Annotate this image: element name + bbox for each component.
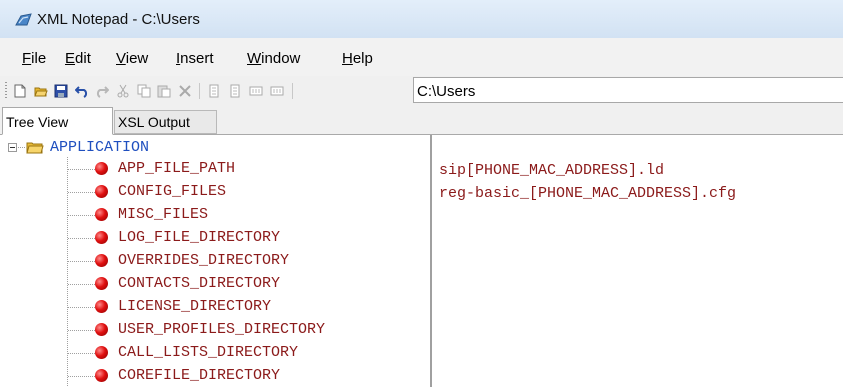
tree-node[interactable]: APP_FILE_PATH (68, 158, 428, 181)
tree-connector (68, 353, 96, 354)
tree-connector (68, 307, 96, 308)
element-node-icon (95, 254, 108, 267)
element-node-icon (95, 300, 108, 313)
tree-connector (68, 192, 96, 193)
folder-open-icon (26, 142, 44, 154)
tab-strip: Tree View XSL Output (0, 106, 843, 135)
element-node-icon (95, 208, 108, 221)
tree-node-label: CALL_LISTS_DIRECTORY (118, 344, 299, 361)
element-node-icon (95, 346, 108, 359)
xml-notepad-window: XML Notepad - C:\Users File Edit View In… (0, 0, 843, 387)
node-value-row[interactable]: sip[PHONE_MAC_ADDRESS].ld (439, 162, 664, 179)
tree-node[interactable]: OVERRIDES_DIRECTORY (68, 250, 428, 273)
tree-connector (68, 284, 96, 285)
menu-insert[interactable]: Insert (176, 50, 214, 67)
tab-tree-view[interactable]: Tree View (2, 107, 113, 135)
node-value-row[interactable]: reg-basic_[PHONE_MAC_ADDRESS].cfg (439, 185, 736, 202)
window-title: XML Notepad - C:\Users (37, 11, 200, 28)
toolbar-grip[interactable] (5, 82, 7, 100)
tree-connector (68, 238, 96, 239)
tree-view-pane[interactable]: APPLICATION APP_FILE_PATH CONFIG_FILES M… (0, 135, 432, 387)
tree-connector (68, 261, 96, 262)
menu-edit[interactable]: Edit (65, 50, 91, 67)
redo-icon[interactable] (95, 84, 109, 98)
tree-connector (68, 215, 96, 216)
element-node-icon (95, 323, 108, 336)
tree-node-label: LICENSE_DIRECTORY (118, 298, 272, 315)
nudge-left-icon[interactable] (249, 84, 263, 98)
tree-node-label: OVERRIDES_DIRECTORY (118, 252, 290, 269)
tree-node[interactable]: USER_PROFILES_DIRECTORY (68, 319, 428, 342)
location-path-input[interactable] (413, 77, 843, 103)
toolbar-separator (199, 83, 200, 99)
tree-node[interactable]: COREFILE_DIRECTORY (68, 365, 428, 387)
tree-node-label: LOG_FILE_DIRECTORY (118, 229, 281, 246)
element-node-icon (95, 231, 108, 244)
element-node-icon (95, 185, 108, 198)
menu-bar: File Edit View Insert Window Help (0, 38, 843, 76)
new-icon[interactable] (13, 84, 27, 98)
tree-node[interactable]: LICENSE_DIRECTORY (68, 296, 428, 319)
element-node-icon (95, 277, 108, 290)
tree-connector (68, 169, 96, 170)
cut-icon[interactable] (116, 84, 130, 98)
node-text-pane[interactable]: sip[PHONE_MAC_ADDRESS].ld reg-basic_[PHO… (432, 135, 843, 387)
tree-node-label: CONTACTS_DIRECTORY (118, 275, 281, 292)
tree-node-label: MISC_FILES (118, 206, 209, 223)
tab-xsl-output[interactable]: XSL Output (114, 110, 217, 134)
collapse-toggle[interactable] (8, 143, 17, 152)
menu-window[interactable]: Window (247, 50, 300, 67)
tree-node[interactable]: LOG_FILE_DIRECTORY (68, 227, 428, 250)
menu-view[interactable]: View (116, 50, 148, 67)
app-icon (15, 13, 32, 26)
paste-icon[interactable] (157, 84, 171, 98)
title-bar: XML Notepad - C:\Users (0, 0, 843, 38)
copy-icon[interactable] (137, 84, 151, 98)
tree-node-label: COREFILE_DIRECTORY (118, 367, 281, 384)
tree-connector (68, 376, 96, 377)
tree-connector (68, 330, 96, 331)
toolbar-separator (292, 83, 293, 99)
tree-node[interactable]: CONFIG_FILES (68, 181, 428, 204)
element-node-icon (95, 369, 108, 382)
tree-connector (18, 147, 26, 148)
delete-icon[interactable] (178, 84, 192, 98)
open-icon[interactable] (34, 84, 48, 98)
menu-file[interactable]: File (22, 50, 46, 67)
undo-icon[interactable] (75, 84, 89, 98)
tree-node[interactable]: CALL_LISTS_DIRECTORY (68, 342, 428, 365)
nudge-down-icon[interactable] (228, 84, 242, 98)
tree-node-label: USER_PROFILES_DIRECTORY (118, 321, 326, 338)
menu-help[interactable]: Help (342, 50, 373, 67)
save-icon[interactable] (54, 84, 68, 98)
tree-node-label: CONFIG_FILES (118, 183, 227, 200)
nudge-up-icon[interactable] (207, 84, 221, 98)
tree-root-node[interactable]: APPLICATION (50, 139, 149, 156)
tree-node-label: APP_FILE_PATH (118, 160, 236, 177)
tree-node[interactable]: CONTACTS_DIRECTORY (68, 273, 428, 296)
nudge-right-icon[interactable] (270, 84, 284, 98)
element-node-icon (95, 162, 108, 175)
tree-node[interactable]: MISC_FILES (68, 204, 428, 227)
